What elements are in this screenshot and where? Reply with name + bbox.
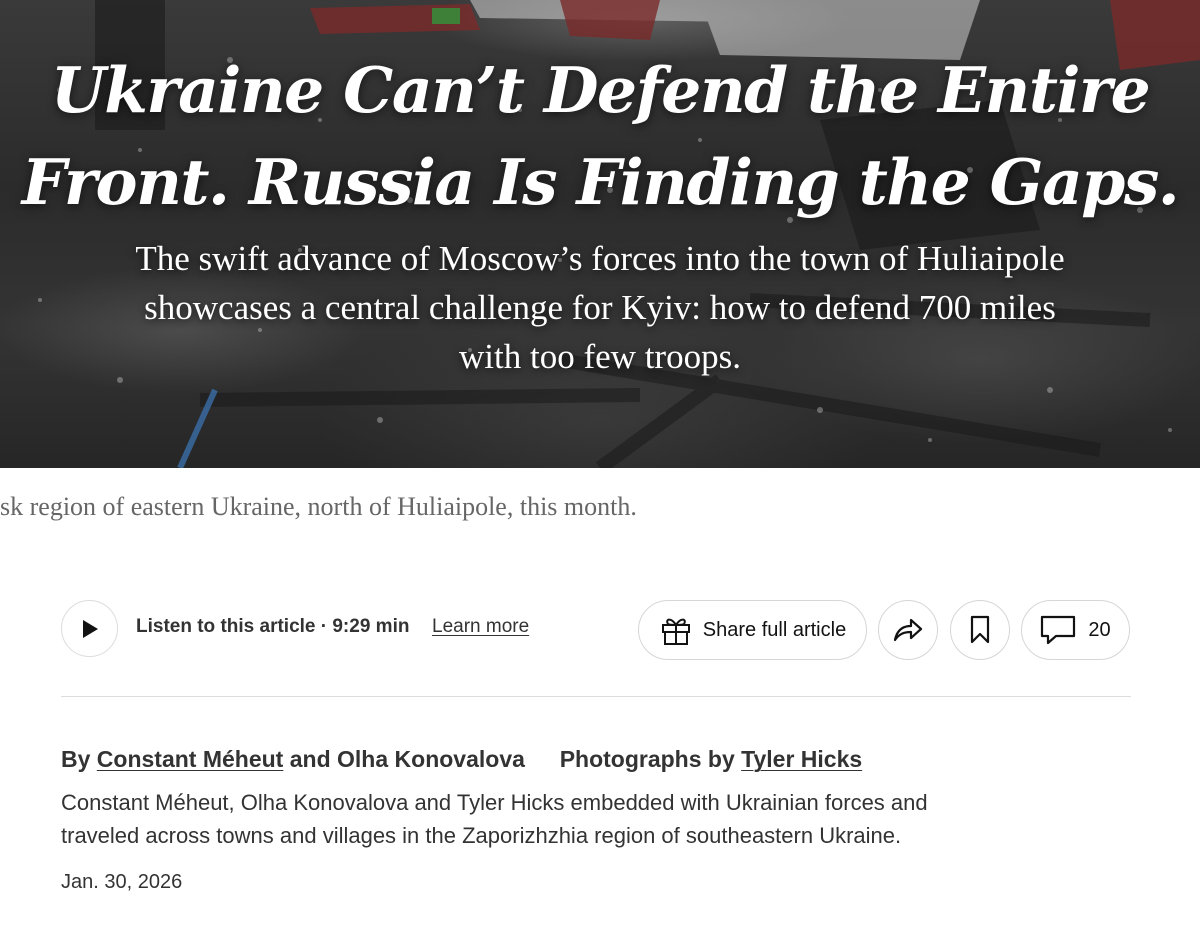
gift-icon (661, 618, 690, 645)
byline: By Constant Méheut and Olha Konovalova P… (61, 746, 862, 773)
blurb-line: Constant Méheut, Olha Konovalova and Tyl… (61, 790, 928, 815)
share-full-article-label: Share full article (702, 618, 847, 641)
hero-image: Ukraine Can’t Defend the Entire Front. R… (0, 0, 1200, 468)
comment-icon (1041, 615, 1076, 645)
play-audio-button[interactable] (61, 600, 118, 657)
save-bookmark-button[interactable] (950, 600, 1010, 660)
headline-line: Front. Russia Is Finding the Gaps. (21, 145, 1180, 219)
byline-by: By (61, 746, 91, 772)
dek-line: showcases a central challenge for Kyiv: … (144, 288, 1056, 327)
headline: Ukraine Can’t Defend the Entire Front. R… (0, 44, 1200, 228)
share-button[interactable] (878, 600, 938, 660)
byline-and: and (289, 746, 331, 772)
byline-blurb: Constant Méheut, Olha Konovalova and Tyl… (61, 786, 1141, 852)
publish-date: Jan. 30, 2026 (61, 871, 183, 893)
photo-caption: sk region of eastern Ukraine, north of H… (0, 492, 637, 521)
learn-more-link[interactable]: Learn more (432, 616, 529, 638)
share-full-article-button[interactable]: Share full article (638, 600, 867, 660)
comment-count: 20 (1088, 618, 1111, 641)
bookmark-icon (970, 615, 990, 644)
author-link-constant-meheut[interactable]: Constant Méheut (97, 746, 284, 772)
blurb-line: traveled across towns and villages in th… (61, 823, 902, 848)
divider (61, 696, 1131, 697)
listen-label: Listen to this article · 9:29 min (136, 616, 410, 637)
dek-line: with too few troops. (459, 337, 741, 376)
headline-line: Ukraine Can’t Defend the Entire (50, 53, 1151, 127)
photographer-link-tyler-hicks[interactable]: Tyler Hicks (741, 746, 862, 772)
play-icon (82, 619, 98, 638)
photographs-by-label: Photographs by (559, 746, 735, 772)
dek-line: The swift advance of Moscow’s forces int… (135, 239, 1065, 278)
comments-button[interactable]: 20 (1021, 600, 1130, 660)
share-arrow-icon (893, 618, 923, 642)
summary-dek: The swift advance of Moscow’s forces int… (60, 234, 1140, 381)
author-olha-konovalova: Olha Konovalova (337, 746, 525, 772)
